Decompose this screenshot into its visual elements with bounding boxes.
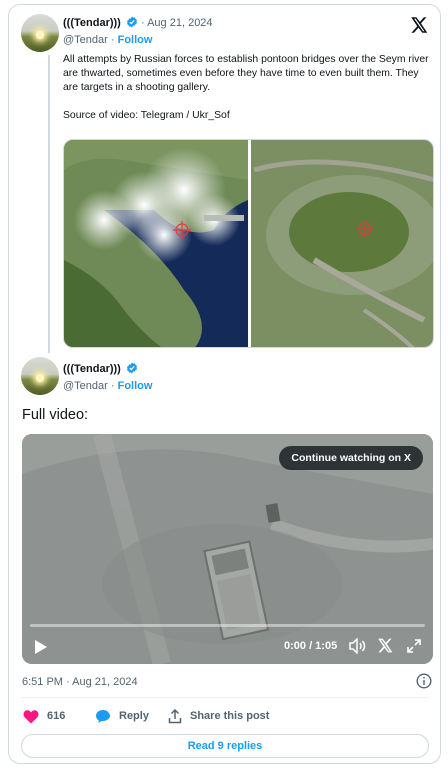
read-replies-button[interactable]: Read 9 replies	[21, 734, 429, 758]
post-date[interactable]: Aug 21, 2024	[147, 17, 212, 29]
reply-bubble-icon	[96, 709, 110, 723]
author-name[interactable]: (((Tendar)))	[63, 363, 121, 375]
like-button[interactable]: 616	[23, 703, 65, 729]
tweet-header: (((Tendar))) · Aug 21, 2024	[63, 16, 213, 32]
volume-icon[interactable]	[349, 637, 367, 659]
tweet-text: All attempts by Russian forces to establ…	[63, 54, 429, 121]
info-icon[interactable]	[416, 673, 432, 694]
reply-button[interactable]: Reply	[95, 703, 149, 729]
share-button[interactable]: Share this post	[168, 703, 269, 729]
avatar[interactable]	[21, 357, 59, 395]
like-count: 616	[47, 710, 66, 722]
post-timestamp[interactable]: 6:51 PM · Aug 21, 2024	[22, 676, 138, 688]
divider	[21, 697, 428, 698]
heart-icon	[23, 709, 39, 723]
follow-button[interactable]: Follow	[118, 34, 153, 46]
author-handle[interactable]: @Tendar	[63, 34, 108, 46]
tweet-subheader: @Tendar · Follow	[63, 379, 152, 393]
tweet-text: Full video:	[22, 407, 89, 423]
author-handle[interactable]: @Tendar	[63, 380, 108, 392]
avatar[interactable]	[21, 14, 59, 52]
thread-connector-line	[48, 55, 50, 353]
embedded-tweet-card: (((Tendar))) · Aug 21, 2024 @Tendar · Fo…	[8, 4, 441, 764]
follow-button[interactable]: Follow	[118, 380, 153, 392]
share-label: Share this post	[190, 710, 270, 722]
play-icon[interactable]	[34, 639, 48, 660]
author-name[interactable]: (((Tendar)))	[63, 17, 121, 29]
separator: ·	[140, 17, 145, 29]
reply-label: Reply	[119, 710, 149, 722]
verified-badge-icon	[126, 362, 138, 378]
video-player[interactable]: Continue watching on X 0:00 / 1:05	[22, 434, 433, 664]
x-logo-icon[interactable]	[378, 638, 393, 658]
fullscreen-icon[interactable]	[406, 638, 422, 659]
share-icon	[168, 708, 182, 723]
separator: ·	[110, 380, 115, 392]
verified-badge-icon	[126, 16, 138, 32]
tweet-media-image[interactable]	[63, 139, 434, 348]
x-logo-icon[interactable]	[411, 17, 428, 38]
continue-watching-button[interactable]: Continue watching on X	[279, 446, 423, 470]
tweet-header: (((Tendar)))	[63, 362, 138, 378]
tweet-subheader: @Tendar · Follow	[63, 33, 152, 47]
separator: ·	[110, 34, 115, 46]
video-time: 0:00 / 1:05	[284, 640, 338, 652]
video-progress-bar[interactable]	[30, 624, 425, 627]
video-controls: 0:00 / 1:05	[22, 634, 433, 660]
